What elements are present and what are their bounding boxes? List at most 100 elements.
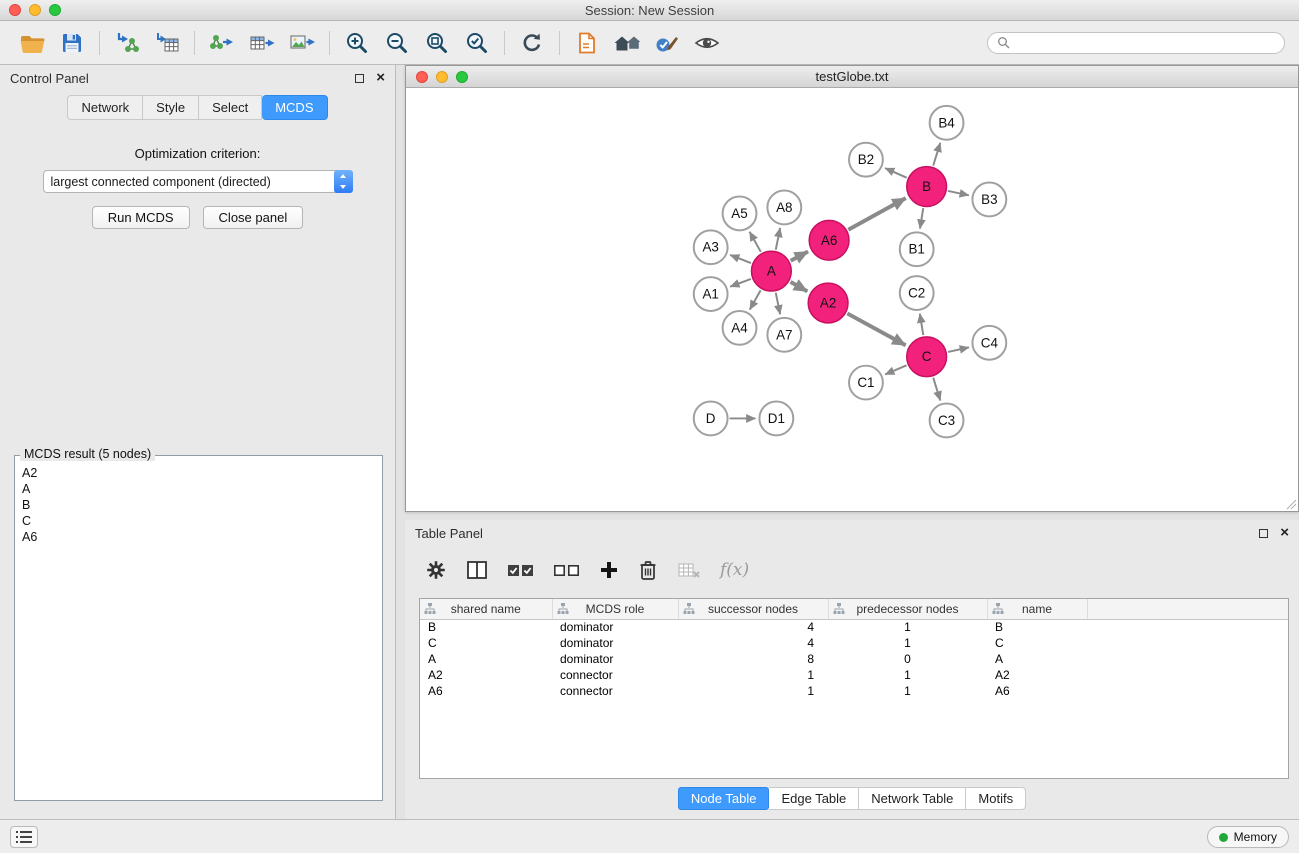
table-cell[interactable]: B — [420, 619, 552, 635]
table-cell[interactable]: A2 — [420, 667, 552, 683]
network-close-button[interactable] — [416, 71, 428, 83]
graph-node-A3[interactable]: A3 — [694, 230, 728, 264]
column-header-shared-name[interactable]: shared name — [420, 599, 552, 619]
search-input[interactable] — [1015, 36, 1275, 50]
graph-edge-C-C4[interactable] — [948, 347, 969, 352]
column-header-name[interactable]: name — [987, 599, 1087, 619]
table-cell[interactable]: dominator — [552, 619, 678, 635]
tab-network[interactable]: Network — [67, 95, 143, 120]
table-cell[interactable]: 1 — [678, 683, 828, 699]
graph-edge-A2-C[interactable] — [847, 313, 905, 345]
graph-edge-A-A7[interactable] — [776, 293, 780, 315]
mcds-result-item[interactable]: B — [22, 498, 375, 514]
table-cell[interactable]: C — [420, 635, 552, 651]
network-zoom-button[interactable] — [456, 71, 468, 83]
graph-node-B[interactable]: B — [907, 167, 947, 207]
add-row-button[interactable] — [599, 560, 619, 580]
table-cell[interactable]: 0 — [828, 651, 987, 667]
mcds-result-item[interactable]: C — [22, 514, 375, 530]
table-cell[interactable]: dominator — [552, 651, 678, 667]
graph-node-D[interactable]: D — [694, 402, 728, 436]
show-columns-button[interactable] — [466, 560, 488, 580]
close-table-panel-icon[interactable]: × — [1280, 528, 1289, 538]
tab-edge-table[interactable]: Edge Table — [769, 787, 859, 810]
column-header-successor-nodes[interactable]: successor nodes — [678, 599, 828, 619]
table-row[interactable]: A6connector11A6 — [420, 683, 1288, 699]
mcds-result-item[interactable]: A — [22, 482, 375, 498]
graph-edge-C-C2[interactable] — [920, 314, 923, 335]
deselect-all-button[interactable] — [553, 561, 580, 579]
table-cell[interactable]: 1 — [828, 683, 987, 699]
mcds-result-item[interactable]: A2 — [22, 466, 375, 482]
column-header-MCDS-role[interactable]: MCDS role — [552, 599, 678, 619]
graph-node-A6[interactable]: A6 — [809, 220, 849, 260]
graph-node-B4[interactable]: B4 — [930, 106, 964, 140]
graph-node-C4[interactable]: C4 — [972, 326, 1006, 360]
graph-node-B1[interactable]: B1 — [900, 232, 934, 266]
float-table-panel-icon[interactable] — [1259, 529, 1268, 538]
zoom-selected-button[interactable] — [459, 26, 495, 60]
tab-motifs[interactable]: Motifs — [966, 787, 1026, 810]
close-panel-icon[interactable]: × — [376, 73, 385, 83]
graph-node-A1[interactable]: A1 — [694, 277, 728, 311]
table-cell[interactable]: 1 — [828, 667, 987, 683]
graph-node-A8[interactable]: A8 — [767, 191, 801, 225]
table-cell[interactable]: 4 — [678, 635, 828, 651]
table-cell[interactable]: 8 — [678, 651, 828, 667]
table-cell[interactable]: A — [420, 651, 552, 667]
close-window-button[interactable] — [9, 4, 21, 16]
tab-mcds[interactable]: MCDS — [262, 95, 327, 120]
graph-edge-B-B1[interactable] — [920, 208, 923, 229]
table-cell[interactable]: A6 — [420, 683, 552, 699]
graph-edge-A-A3[interactable] — [730, 255, 751, 263]
graph-edge-B-B2[interactable] — [885, 168, 907, 178]
graph-node-B3[interactable]: B3 — [972, 183, 1006, 217]
table-cell[interactable]: A — [987, 651, 1087, 667]
close-panel-button[interactable]: Close panel — [203, 206, 304, 229]
graph-edge-A-A5[interactable] — [750, 232, 761, 252]
graph-edge-A-A8[interactable] — [776, 228, 780, 250]
tab-network-table[interactable]: Network Table — [859, 787, 966, 810]
tab-node-table[interactable]: Node Table — [678, 787, 770, 810]
mcds-result-item[interactable]: A6 — [22, 530, 375, 546]
graph-edge-A-A1[interactable] — [730, 279, 751, 287]
graph-node-A[interactable]: A — [751, 251, 791, 291]
export-table-button[interactable] — [244, 26, 280, 60]
graph-edge-C-C1[interactable] — [885, 365, 906, 374]
float-panel-icon[interactable] — [355, 74, 364, 83]
resize-grip-icon[interactable] — [1285, 498, 1297, 510]
table-cell[interactable]: B — [987, 619, 1087, 635]
graph-node-A4[interactable]: A4 — [723, 311, 757, 345]
table-row[interactable]: Cdominator41C — [420, 635, 1288, 651]
graph-node-B2[interactable]: B2 — [849, 143, 883, 177]
table-row[interactable]: Adominator80A — [420, 651, 1288, 667]
graph-edge-A-A4[interactable] — [750, 290, 761, 309]
home-button[interactable] — [609, 26, 645, 60]
function-builder-button[interactable]: f(x) — [720, 560, 749, 580]
zoom-window-button[interactable] — [49, 4, 61, 16]
delete-rows-button[interactable] — [638, 559, 658, 581]
table-cell[interactable]: C — [987, 635, 1087, 651]
network-minimize-button[interactable] — [436, 71, 448, 83]
graph-edge-A-A6[interactable] — [791, 252, 808, 261]
graph-node-A2[interactable]: A2 — [808, 283, 848, 323]
graph-edge-C-C3[interactable] — [933, 378, 940, 401]
import-network-button[interactable] — [109, 26, 145, 60]
table-cell[interactable]: connector — [552, 667, 678, 683]
column-header-predecessor-nodes[interactable]: predecessor nodes — [828, 599, 987, 619]
table-cell[interactable]: 4 — [678, 619, 828, 635]
graph-edge-B-B3[interactable] — [948, 191, 969, 195]
table-cell[interactable]: 1 — [828, 619, 987, 635]
graph-edge-B-B4[interactable] — [933, 143, 940, 166]
memory-button[interactable]: Memory — [1207, 826, 1289, 848]
zoom-fit-button[interactable] — [419, 26, 455, 60]
dropdown-stepper-icon[interactable] — [334, 170, 353, 193]
select-all-button[interactable] — [507, 561, 534, 579]
table-cell[interactable]: connector — [552, 683, 678, 699]
export-image-button[interactable] — [284, 26, 320, 60]
optimization-criterion-dropdown[interactable]: largest connected component (directed) — [43, 170, 353, 193]
run-mcds-button[interactable]: Run MCDS — [92, 206, 190, 229]
table-row[interactable]: Bdominator41B — [420, 619, 1288, 635]
open-session-button[interactable] — [14, 26, 50, 60]
table-row[interactable]: A2connector11A2 — [420, 667, 1288, 683]
